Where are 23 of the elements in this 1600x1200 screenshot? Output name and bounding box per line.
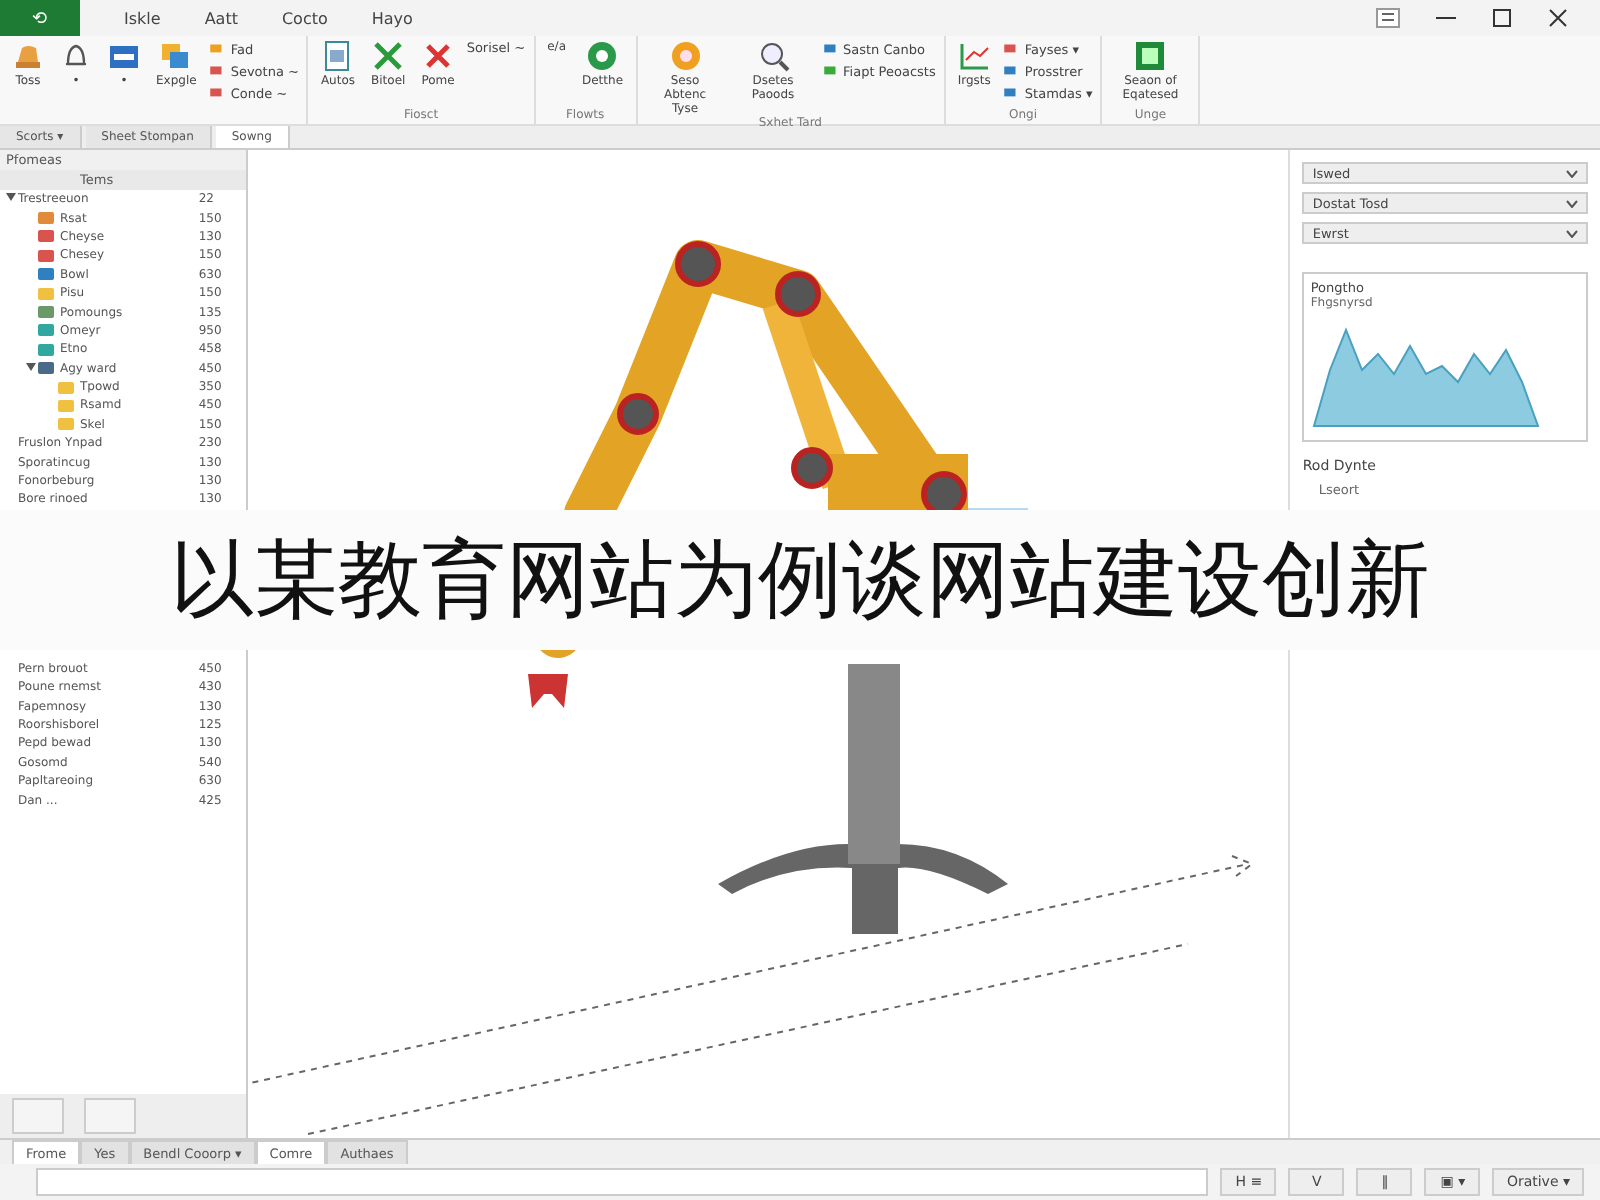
chart-icon	[958, 40, 991, 72]
hat-icon	[12, 40, 44, 72]
expand-toggle[interactable]	[6, 192, 16, 203]
ribbon-display-icon[interactable]	[1376, 8, 1400, 28]
menu-item[interactable]: Hayo	[371, 9, 413, 27]
chevron-down-icon	[1566, 169, 1578, 177]
layers-icon	[160, 40, 193, 72]
menu-item[interactable]: Cocto	[281, 9, 328, 27]
input-field[interactable]	[36, 1168, 1209, 1196]
menu-item[interactable]: Aatt	[204, 9, 238, 27]
expand-toggle[interactable]	[26, 361, 36, 372]
minimize-icon[interactable]	[1436, 16, 1456, 20]
circle-icon	[669, 40, 702, 72]
banner-title: 以某教育网站为例谈网站建设创新	[170, 528, 1430, 632]
close-icon[interactable]	[1548, 8, 1568, 28]
square-icon	[1134, 40, 1167, 72]
x-icon	[372, 40, 405, 72]
menu-item[interactable]: Iskle	[124, 9, 161, 27]
chevron-down-icon	[1566, 199, 1578, 207]
file-tab[interactable]: ⟲	[0, 0, 80, 36]
delete-icon	[422, 40, 454, 72]
maximize-icon[interactable]	[1492, 8, 1512, 28]
chevron-down-icon	[1566, 229, 1578, 237]
